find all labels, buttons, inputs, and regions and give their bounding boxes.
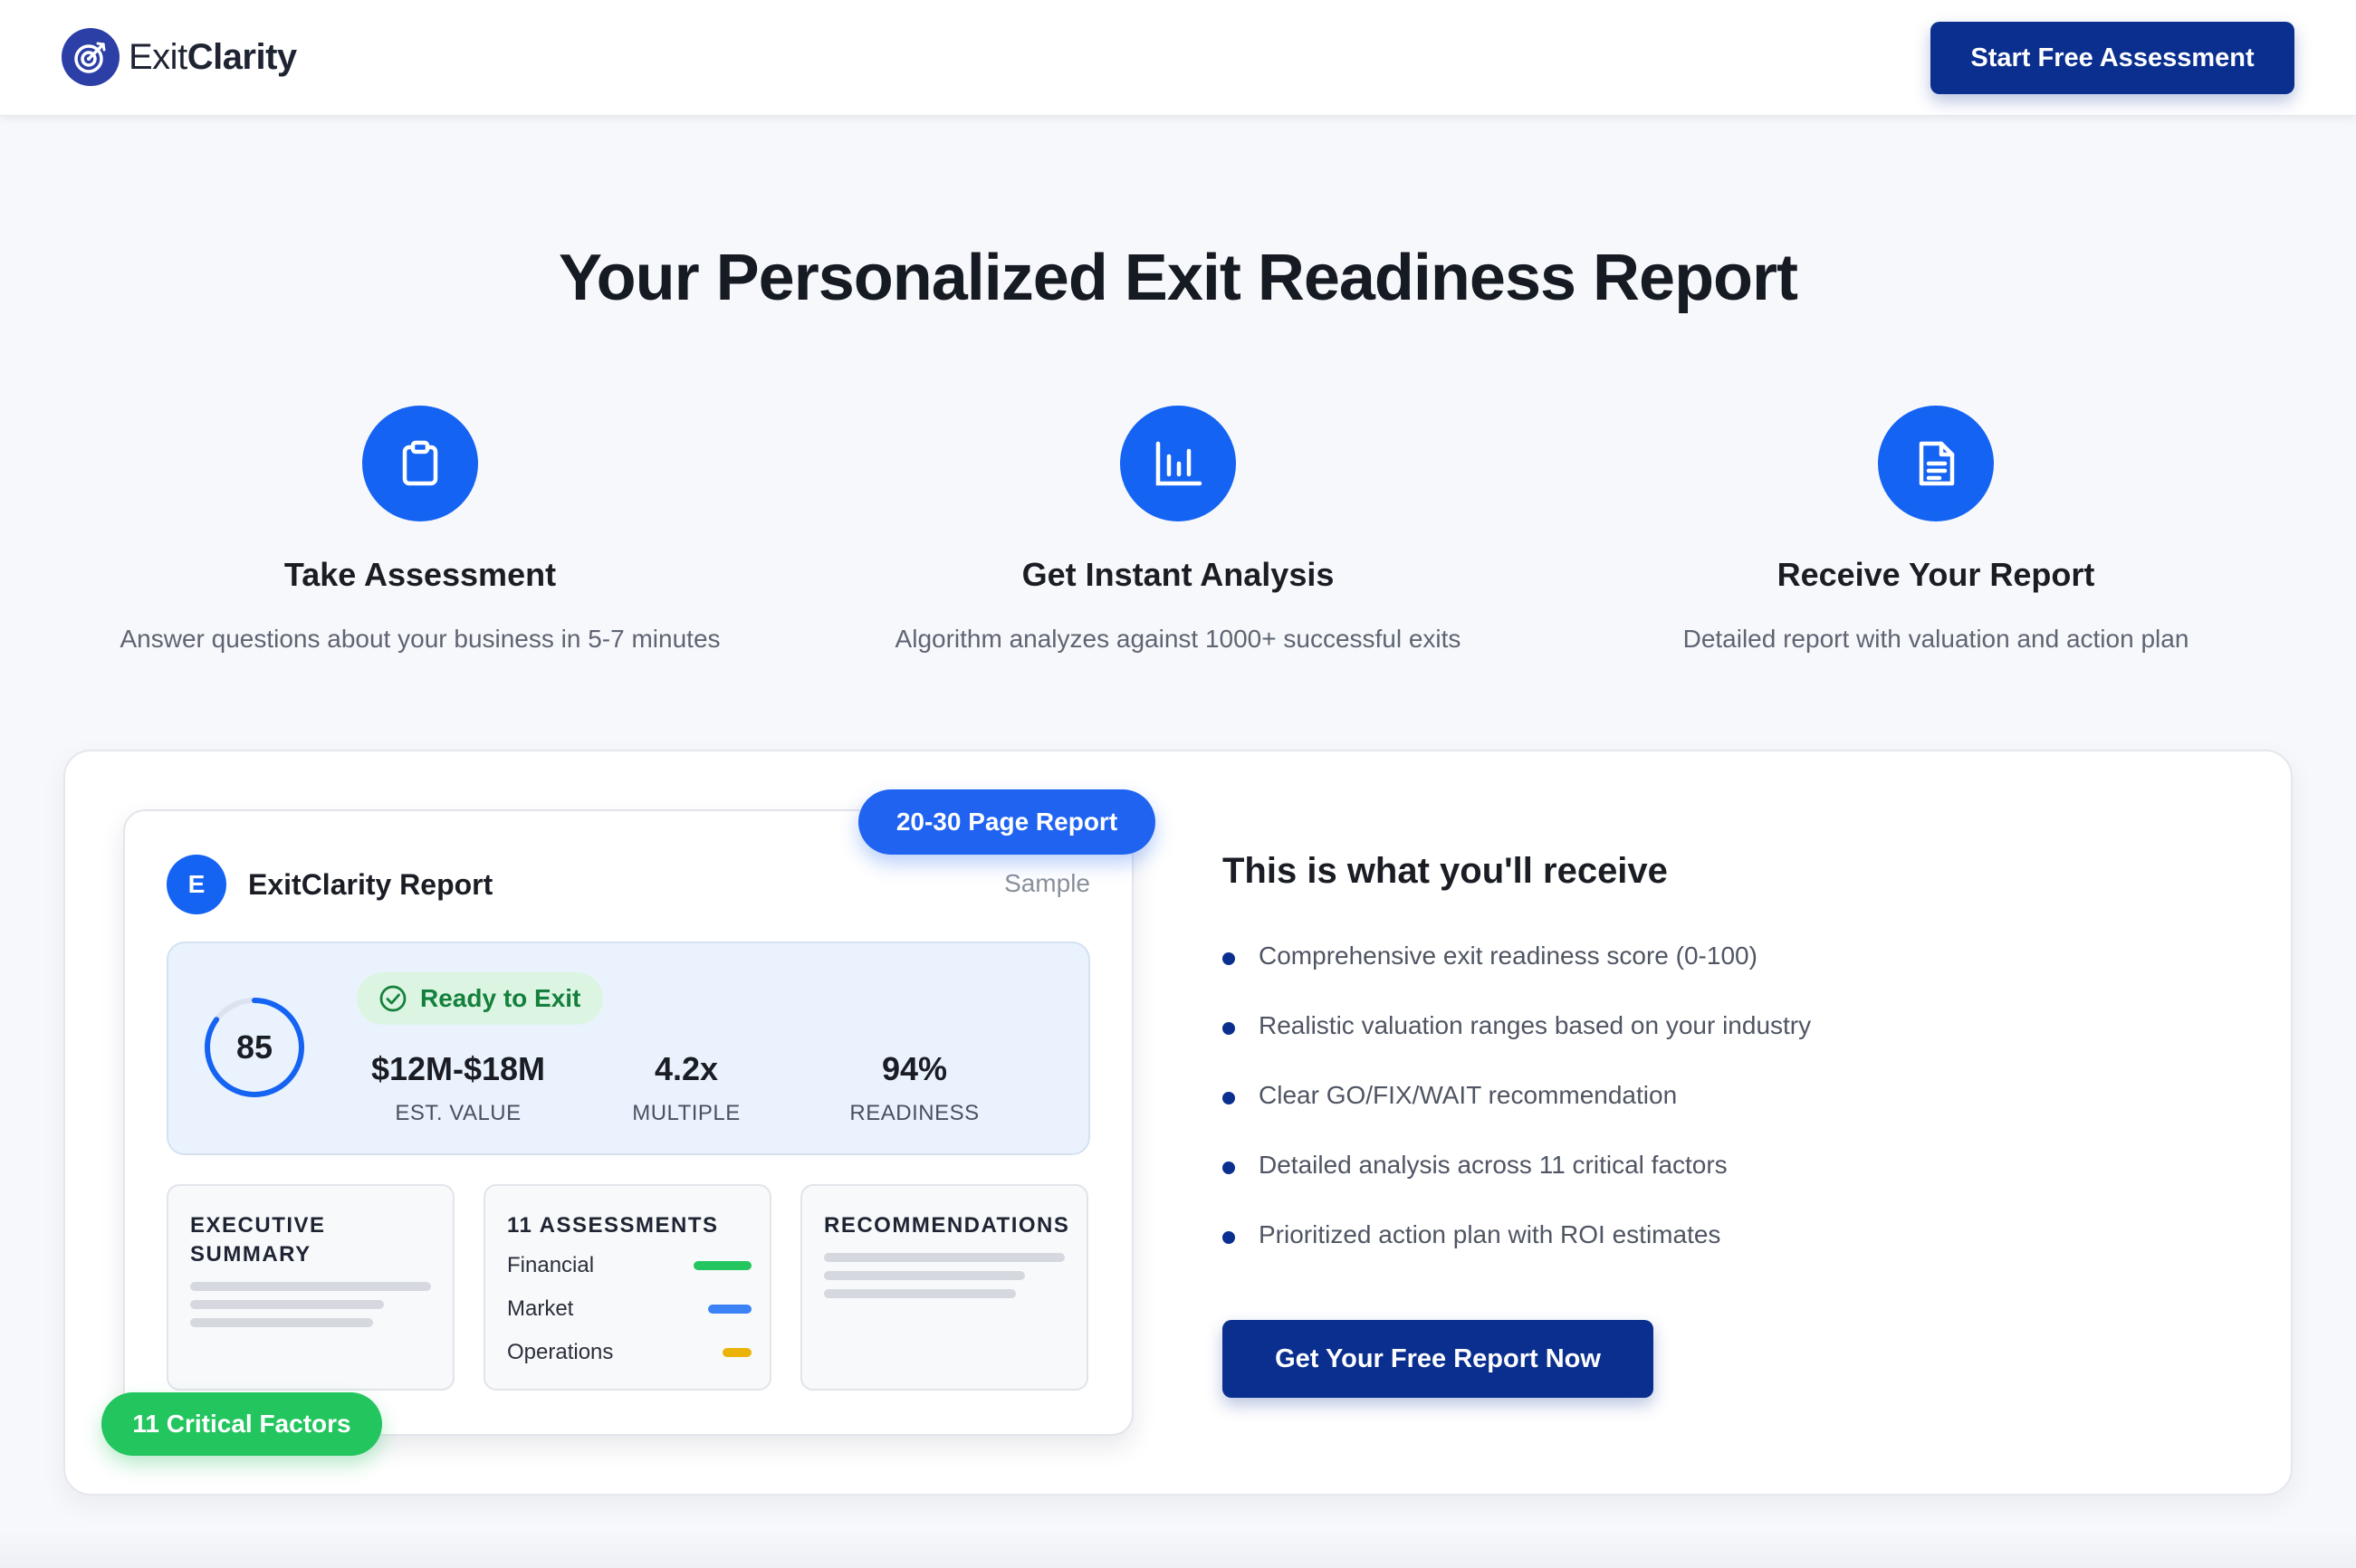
metric-est-value: $12M-$18M EST. VALUE: [350, 1050, 567, 1126]
factor-label: Market: [507, 1296, 574, 1321]
text-placeholder: [824, 1289, 1016, 1298]
metric-value: 94%: [881, 1050, 948, 1087]
page-count-badge: 20-30 Page Report: [858, 789, 1155, 855]
factor-label: Financial: [507, 1253, 595, 1277]
readiness-score: 85: [235, 1028, 273, 1066]
critical-factors-badge: 11 Critical Factors: [101, 1392, 382, 1456]
text-placeholder: [824, 1271, 1025, 1280]
metric-label: READINESS: [849, 1101, 980, 1125]
report-header: E ExitClarity Report: [167, 855, 493, 914]
assessments-card: 11 ASSESSMENTS Financial Market Operatio…: [484, 1184, 771, 1391]
bullet-icon: [1222, 1162, 1235, 1174]
card-title: 11 ASSESSMENTS: [507, 1213, 719, 1238]
step-description: Answer questions about your business in …: [120, 625, 721, 653]
factor-market: Market: [507, 1296, 752, 1322]
list-item: Comprehensive exit readiness score (0-10…: [1222, 942, 1811, 1011]
report-avatar: E: [167, 855, 226, 914]
benefits-list: Comprehensive exit readiness score (0-10…: [1222, 942, 1811, 1290]
card-title: EXECUTIVE SUMMARY: [190, 1213, 326, 1267]
text-placeholder: [190, 1282, 431, 1291]
status-text: Ready to Exit: [420, 984, 581, 1012]
bullet-icon: [1222, 1231, 1235, 1244]
factor-operations: Operations: [507, 1340, 752, 1365]
factor-label: Operations: [507, 1340, 614, 1364]
list-item: Realistic valuation ranges based on your…: [1222, 1011, 1811, 1081]
metric-label: MULTIPLE: [632, 1101, 741, 1125]
page-footer-edge: [0, 1530, 2356, 1568]
step-description: Algorithm analyzes against 1000+ success…: [895, 625, 1461, 653]
metric-value: 4.2x: [654, 1050, 719, 1087]
bullet-icon: [1222, 1022, 1235, 1035]
step-title: Take Assessment: [283, 556, 557, 593]
metric-readiness: 94% READINESS: [806, 1050, 1023, 1126]
status-badge: Ready to Exit: [357, 972, 603, 1025]
receive-heading: This is what you'll receive: [1222, 851, 1668, 891]
brand-name: ExitClarity: [129, 36, 297, 77]
bullet-icon: [1222, 952, 1235, 965]
target-arrow-icon: [62, 28, 120, 86]
step-instant-analysis: Get Instant Analysis Algorithm analyzes …: [825, 406, 1531, 654]
step-take-assessment: Take Assessment Answer questions about y…: [67, 406, 773, 654]
report-title: ExitClarity Report: [248, 867, 493, 901]
document-icon: [1878, 406, 1994, 521]
step-title: Receive Your Report: [1777, 556, 2095, 593]
text-placeholder: [190, 1318, 373, 1327]
sample-label: Sample: [1004, 869, 1090, 897]
factor-bar: [723, 1348, 752, 1357]
get-free-report-button[interactable]: Get Your Free Report Now: [1222, 1320, 1653, 1398]
brand-logo[interactable]: ExitClarity: [62, 27, 297, 87]
text-placeholder: [190, 1300, 384, 1309]
bar-chart-icon: [1120, 406, 1236, 521]
metric-label: EST. VALUE: [395, 1101, 522, 1125]
step-title: Get Instant Analysis: [1021, 556, 1335, 593]
metric-multiple: 4.2x MULTIPLE: [578, 1050, 795, 1126]
factor-bar: [694, 1261, 752, 1270]
step-description: Detailed report with valuation and actio…: [1682, 625, 2189, 653]
top-navbar: ExitClarity Start Free Assessment: [0, 0, 2356, 116]
list-item: Prioritized action plan with ROI estimat…: [1222, 1220, 1811, 1290]
page-title: Your Personalized Exit Readiness Report: [558, 242, 1798, 314]
card-title: RECOMMENDATIONS: [824, 1213, 1070, 1238]
check-circle-icon: [379, 985, 407, 1012]
clipboard-icon: [362, 406, 478, 521]
step-receive-report: Receive Your Report Detailed report with…: [1583, 406, 2289, 654]
list-item: Detailed analysis across 11 critical fac…: [1222, 1151, 1811, 1220]
metric-value: $12M-$18M: [370, 1050, 546, 1087]
factor-bar: [708, 1305, 752, 1314]
list-item: Clear GO/FIX/WAIT recommendation: [1222, 1081, 1811, 1151]
recommendations-card: RECOMMENDATIONS: [800, 1184, 1088, 1391]
start-assessment-button[interactable]: Start Free Assessment: [1930, 22, 2294, 94]
bullet-icon: [1222, 1092, 1235, 1104]
factor-financial: Financial: [507, 1253, 752, 1278]
text-placeholder: [824, 1253, 1065, 1262]
executive-summary-card: EXECUTIVE SUMMARY: [167, 1184, 455, 1391]
